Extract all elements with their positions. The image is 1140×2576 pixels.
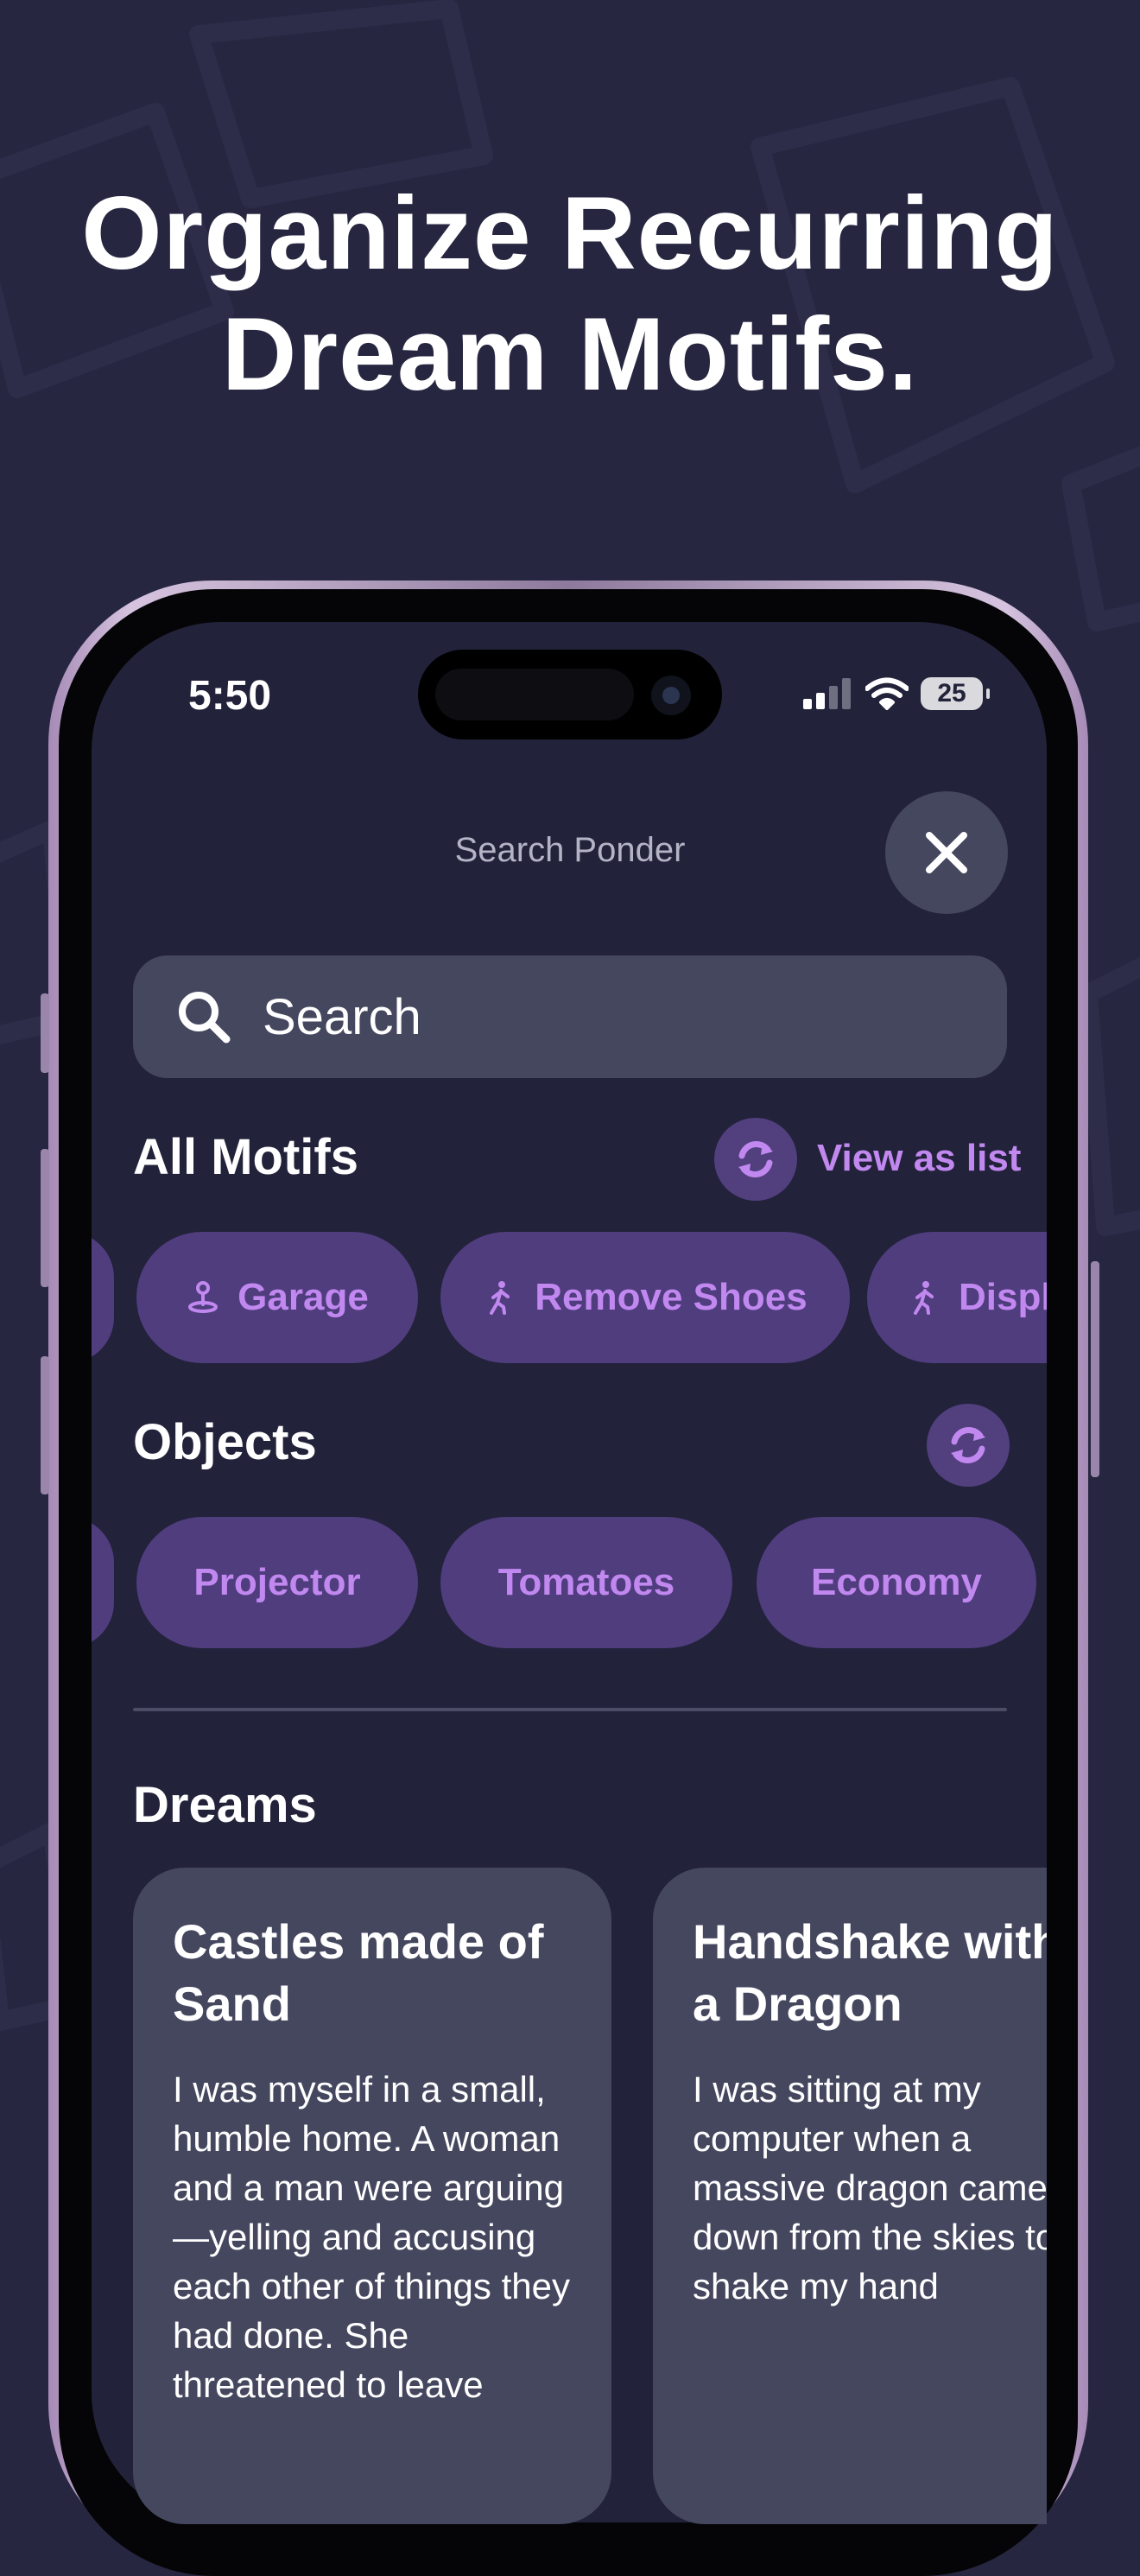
object-chip-label: Tomatoes [497,1561,675,1603]
object-chip-row[interactable]: Projector Tomatoes Economy [92,1517,1047,1648]
walking-person-icon [914,1281,934,1315]
objects-title: Objects [133,1414,317,1470]
dream-card-title: Handshake with a Dragon [693,1914,1047,2031]
motif-chip-display[interactable]: Display [867,1232,1047,1363]
location-pin-icon [188,1281,218,1313]
object-chip-partial[interactable] [92,1517,114,1648]
camera-lens-icon [651,676,691,715]
status-time: 5:50 [188,673,272,719]
dream-cards-row[interactable]: Castles made of Sand I was myself in a s… [92,1868,1047,2524]
object-chip-projector[interactable]: Projector [136,1517,418,1648]
dream-card-body: I was sitting at my computer when a mass… [693,2069,1047,2306]
close-button[interactable] [885,791,1008,914]
action-button [41,993,49,1073]
refresh-motifs-button[interactable] [714,1118,797,1201]
dreams-title: Dreams [133,1777,317,1833]
headline-line-1: Organize Recurring [81,175,1059,291]
dream-card-body: I was myself in a small, humble home. A … [173,2069,570,2405]
search-input[interactable] [261,987,921,1047]
refresh-icon [738,1141,773,1177]
object-chip-label: Projector [193,1561,361,1603]
close-icon [926,832,967,873]
search-bar[interactable] [133,955,1007,1078]
all-motifs-title: All Motifs [133,1129,358,1185]
wifi-icon [865,677,909,710]
motif-chip-partial[interactable] [92,1232,114,1363]
motif-chip-label: Remove Shoes [535,1276,808,1318]
headline-line-2: Dream Motifs. [221,296,919,412]
object-chip-tomatoes[interactable]: Tomatoes [440,1517,732,1648]
object-chip-economy[interactable]: Economy [757,1517,1036,1648]
walking-person-icon [490,1281,510,1315]
dream-card-title: Castles made of Sand [173,1914,544,2031]
section-divider [133,1708,1007,1711]
view-as-list-link[interactable]: View as list [817,1137,1021,1180]
sensor-housing [435,669,634,720]
motif-chip-remove-shoes[interactable]: Remove Shoes [440,1232,850,1363]
headline: Organize Recurring Dream Motifs. [0,173,1140,415]
signal-icon [803,678,851,709]
object-chip-label: Economy [810,1561,983,1603]
dream-card[interactable]: Handshake with a Dragon I was sitting at… [653,1868,1047,2524]
volume-down-button [41,1356,49,1494]
search-icon [179,992,231,1044]
volume-up-button [41,1149,49,1287]
refresh-icon [951,1427,985,1463]
power-button [1091,1261,1099,1477]
refresh-objects-button[interactable] [927,1404,1010,1487]
motif-chip-row[interactable]: Garage Remove Shoes Display [92,1232,1047,1363]
motif-chip-garage[interactable]: Garage [136,1232,418,1363]
dynamic-island [418,650,722,739]
motif-chip-label: Display [959,1276,1047,1318]
status-icons: 25 [803,677,990,710]
motif-chip-label: Garage [238,1276,369,1318]
dream-card[interactable]: Castles made of Sand I was myself in a s… [133,1868,611,2524]
battery-icon: 25 [921,677,990,710]
